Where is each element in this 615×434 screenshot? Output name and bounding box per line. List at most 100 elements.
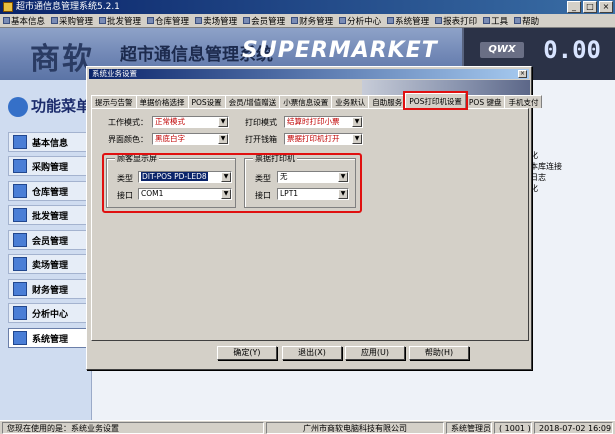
ok-button[interactable]: 确定(Y) <box>217 346 277 360</box>
menu-icon <box>483 17 491 24</box>
brand-logo: 商软 <box>30 42 94 77</box>
exit-button[interactable]: 退出(X) <box>282 346 342 360</box>
list-item[interactable]: 日志 <box>530 172 562 183</box>
chevron-down-icon: ▼ <box>352 117 362 127</box>
sidebar-title: 功能菜单 <box>8 95 91 117</box>
menu-icon <box>3 17 10 24</box>
tab-price-selection[interactable]: 单据价格选择 <box>135 95 189 108</box>
sidebar-item-warehouse[interactable]: 仓库管理 <box>8 181 90 201</box>
menu-analysis[interactable]: 分析中心 <box>336 15 384 27</box>
menu-basic-info[interactable]: 基本信息 <box>0 15 48 27</box>
work-mode-label: 工作模式： <box>108 118 148 127</box>
tab-business-defaults[interactable]: 业务默认 <box>331 95 370 108</box>
finance-icon <box>13 282 27 296</box>
tab-self-service[interactable]: 自助服务 <box>368 95 407 108</box>
menu-bar: 基本信息 采购管理 批发管理 仓库管理 卖场管理 会员管理 财务管理 分析中心 … <box>0 14 615 28</box>
menu-icon <box>147 17 155 24</box>
tab-panel-pos-printer: 工作模式： 正常模式 ▼ 界面颜色： 黑底白字 ▼ 打印模式 结算时打印小票 ▼… <box>91 108 529 341</box>
work-mode-select[interactable]: 正常模式 ▼ <box>152 116 229 128</box>
status-datetime: 2018-07-02 16:09:51 <box>534 422 613 434</box>
tab-pos-printer[interactable]: POS打印机设置 <box>403 91 468 110</box>
minimize-icon[interactable]: _ <box>567 1 581 13</box>
tab-alerts[interactable]: 提示与告警 <box>91 95 137 108</box>
purchase-icon <box>13 159 27 173</box>
sidebar-item-purchase[interactable]: 采购管理 <box>8 156 90 176</box>
list-item[interactable]: 本库连接 <box>530 161 562 172</box>
menu-wholesale[interactable]: 批发管理 <box>96 15 144 27</box>
list-item[interactable]: 化 <box>530 183 562 194</box>
status-current-module: 您现在使用的是：系统业务设置 <box>2 422 264 434</box>
warehouse-icon <box>13 184 27 198</box>
dialog-close-icon[interactable]: × <box>518 70 527 78</box>
menu-icon <box>339 17 347 24</box>
settings-tabs: 提示与告警 单据价格选择 POS设置 会员/增值赠送 小票信息设置 业务默认 自… <box>91 91 543 110</box>
list-item[interactable]: 化 <box>530 150 562 161</box>
tab-mobile-payment[interactable]: 手机支付 <box>504 95 543 108</box>
tab-pos-settings[interactable]: POS设置 <box>187 95 226 108</box>
tab-receipt-info[interactable]: 小票信息设置 <box>279 95 333 108</box>
settings-dialog: 系统业务设置 × 提示与告警 单据价格选择 POS设置 会员/增值赠送 小票信息… <box>86 66 543 370</box>
maximize-icon[interactable]: □ <box>583 1 597 13</box>
print-mode-select[interactable]: 结算时打印小票 ▼ <box>284 116 363 128</box>
menu-icon <box>291 17 299 24</box>
menu-icon <box>243 17 251 24</box>
menu-member[interactable]: 会员管理 <box>240 15 288 27</box>
analysis-icon <box>13 306 27 320</box>
sidebar-item-analysis[interactable]: 分析中心 <box>8 303 90 323</box>
tab-pos-keyboard[interactable]: POS 键盘 <box>464 95 506 108</box>
sidebar-item-basic-info[interactable]: 基本信息 <box>8 132 90 152</box>
display-amount: 0.00 <box>543 36 601 64</box>
status-company: 广州市商软电脑科技有限公司 <box>266 422 444 434</box>
status-bar: 您现在使用的是：系统业务设置 广州市商软电脑科技有限公司 系统管理员 ( 100… <box>0 420 615 434</box>
menu-tools[interactable]: 工具 <box>480 15 511 27</box>
menu-icon <box>99 17 107 24</box>
menu-warehouse[interactable]: 仓库管理 <box>144 15 192 27</box>
sidebar-item-wholesale[interactable]: 批发管理 <box>8 205 90 225</box>
menu-store[interactable]: 卖场管理 <box>192 15 240 27</box>
chevron-down-icon: ▼ <box>352 134 362 144</box>
help-button[interactable]: 帮助(H) <box>409 346 469 360</box>
cash-drawer-label: 打开钱箱 <box>245 135 277 144</box>
menu-icon <box>435 17 443 24</box>
status-user-code: ( 1001 ) <box>494 422 532 434</box>
dialog-title: 系统业务设置 <box>89 69 529 79</box>
print-mode-label: 打印模式 <box>245 118 277 127</box>
display-tag: QWX <box>480 42 524 58</box>
menu-icon <box>387 17 395 24</box>
menu-finance[interactable]: 财务管理 <box>288 15 336 27</box>
close-icon[interactable]: × <box>599 1 613 13</box>
function-menu-icon <box>8 96 28 117</box>
member-icon <box>13 233 27 247</box>
menu-icon <box>51 17 59 24</box>
app-icon <box>3 2 13 12</box>
system-icon <box>13 331 27 345</box>
sidebar-item-store[interactable]: 卖场管理 <box>8 254 90 274</box>
store-icon <box>13 257 27 271</box>
basic-info-icon <box>13 135 27 149</box>
menu-purchase[interactable]: 采购管理 <box>48 15 96 27</box>
tab-member-gifts[interactable]: 会员/增值赠送 <box>224 95 281 108</box>
menu-icon <box>195 17 203 24</box>
menu-help[interactable]: 帮助 <box>511 15 542 27</box>
chevron-down-icon: ▼ <box>218 117 228 127</box>
window-titlebar: 超市通信息管理系统5.2.1 _ □ × <box>0 0 615 14</box>
function-sidebar: 功能菜单 <box>0 80 92 420</box>
chevron-down-icon: ▼ <box>218 134 228 144</box>
apply-button[interactable]: 应用(U) <box>345 346 405 360</box>
background-function-list: 化 本库连接 日志 化 <box>530 150 562 194</box>
menu-reports[interactable]: 报表打印 <box>432 15 480 27</box>
ui-color-select[interactable]: 黑底白字 ▼ <box>152 133 229 145</box>
wholesale-icon <box>13 208 27 222</box>
sidebar-item-member[interactable]: 会员管理 <box>8 230 90 250</box>
menu-system[interactable]: 系统管理 <box>384 15 432 27</box>
menu-icon <box>514 17 522 24</box>
sidebar-item-system[interactable]: 系统管理 <box>8 328 90 348</box>
window-controls: _ □ × <box>567 1 613 13</box>
window-title: 超市通信息管理系统5.2.1 <box>16 2 120 12</box>
ui-color-label: 界面颜色： <box>108 135 148 144</box>
sidebar-item-finance[interactable]: 财务管理 <box>8 279 90 299</box>
cash-drawer-select[interactable]: 票据打印机打开 ▼ <box>284 133 363 145</box>
status-user: 系统管理员 <box>446 422 492 434</box>
highlight-box <box>102 153 362 213</box>
brand-english: SUPERMARKET <box>242 38 438 63</box>
